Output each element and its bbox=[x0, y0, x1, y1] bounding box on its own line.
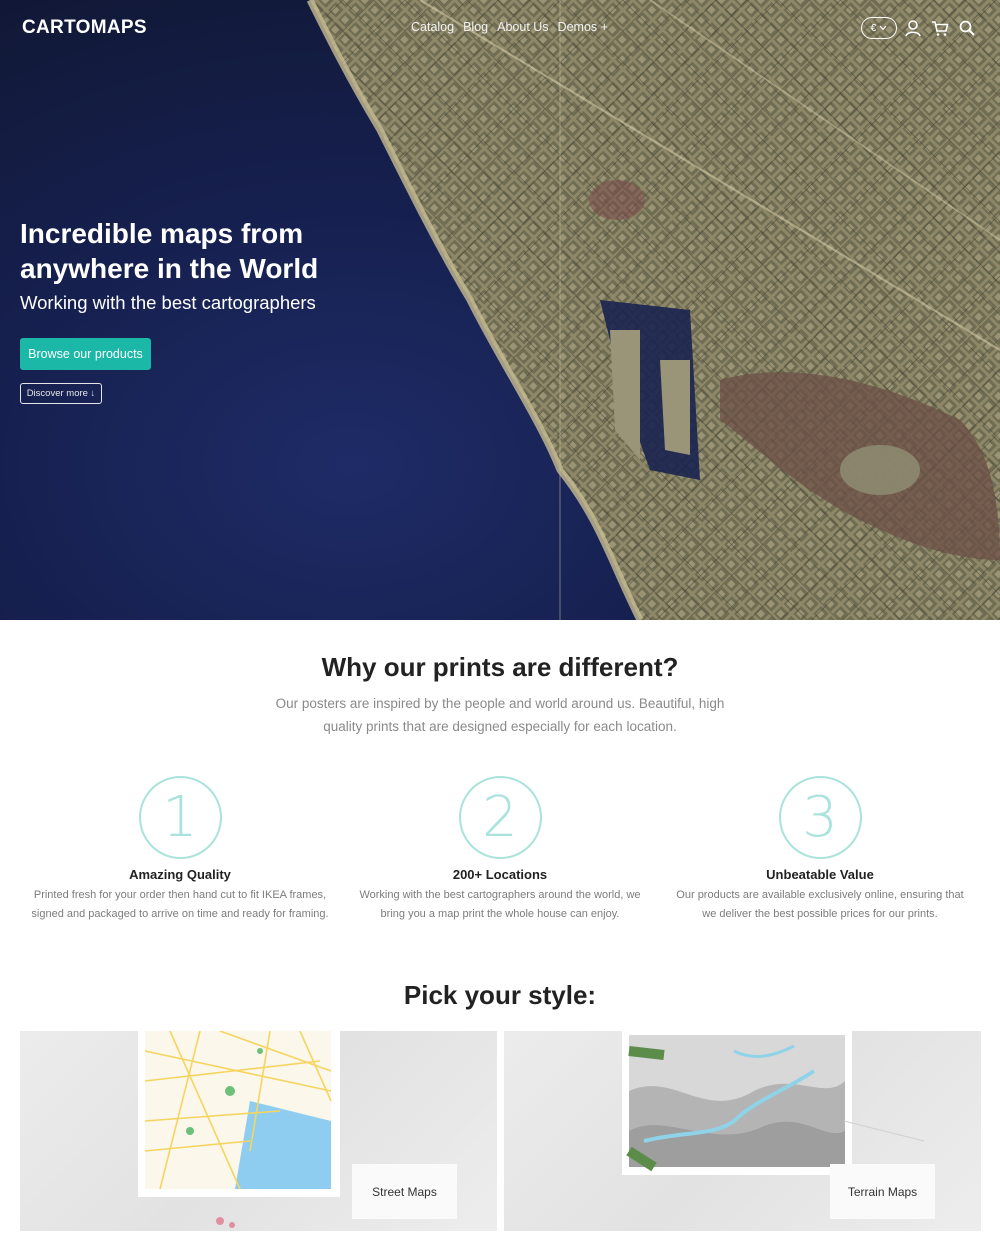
browse-products-button[interactable]: Browse our products bbox=[20, 338, 151, 370]
feature-description: Printed fresh for your order then hand c… bbox=[31, 889, 329, 920]
pick-style-title: Pick your style: bbox=[403, 980, 597, 1010]
feature-title: Unbeatable Value bbox=[766, 867, 874, 882]
account-icon[interactable] bbox=[904, 19, 922, 37]
discover-more-button[interactable]: Discover more ↓ bbox=[20, 383, 102, 404]
chevron-down-icon bbox=[879, 25, 887, 31]
feature-value: 3 Unbeatable Value Our products are avai… bbox=[670, 776, 970, 924]
top-navigation-bar: CARTOMAPS Catalog Blog About Us Demos + … bbox=[0, 0, 1000, 56]
cart-icon[interactable] bbox=[931, 19, 949, 37]
main-nav: Catalog Blog About Us Demos + bbox=[411, 20, 608, 34]
why-section-description: Our posters are inspired by the people a… bbox=[275, 696, 725, 734]
feature-quality: 1 Amazing Quality Printed fresh for your… bbox=[30, 776, 330, 924]
hero-title: Incredible maps from anywhere in the Wor… bbox=[20, 218, 319, 284]
feature-title: Amazing Quality bbox=[129, 867, 231, 882]
feature-title: 200+ Locations bbox=[452, 867, 548, 882]
site-logo[interactable]: CARTOMAPS bbox=[22, 17, 147, 39]
feature-description: Our products are available exclusively o… bbox=[676, 889, 964, 920]
feature-number-circle: 2 bbox=[458, 776, 542, 859]
feature-number-circle: 1 bbox=[138, 776, 222, 859]
nav-demos-link[interactable]: Demos + bbox=[558, 20, 608, 34]
currency-selector[interactable]: € bbox=[861, 17, 897, 39]
street-maps-card[interactable]: Street Maps bbox=[20, 1031, 497, 1231]
nav-catalog-link[interactable]: Catalog bbox=[411, 20, 454, 34]
hero-section: CARTOMAPS Catalog Blog About Us Demos + … bbox=[0, 0, 1000, 620]
currency-symbol: € bbox=[870, 22, 877, 34]
nav-about-us-link[interactable]: About Us bbox=[497, 20, 548, 34]
feature-number-circle: 3 bbox=[778, 776, 862, 859]
feature-description: Working with the best cartographers arou… bbox=[359, 889, 641, 920]
terrain-maps-card[interactable]: Terrain Maps bbox=[504, 1031, 981, 1231]
street-maps-label: Street Maps bbox=[352, 1164, 457, 1219]
why-section-title: Why our prints are different? bbox=[321, 652, 679, 682]
terrain-maps-label: Terrain Maps bbox=[830, 1164, 935, 1219]
hero-subtitle: Working with the best cartographers bbox=[20, 292, 316, 313]
nav-blog-link[interactable]: Blog bbox=[463, 20, 488, 34]
feature-locations: 2 200+ Locations Working with the best c… bbox=[350, 776, 650, 924]
search-icon[interactable] bbox=[958, 19, 976, 37]
